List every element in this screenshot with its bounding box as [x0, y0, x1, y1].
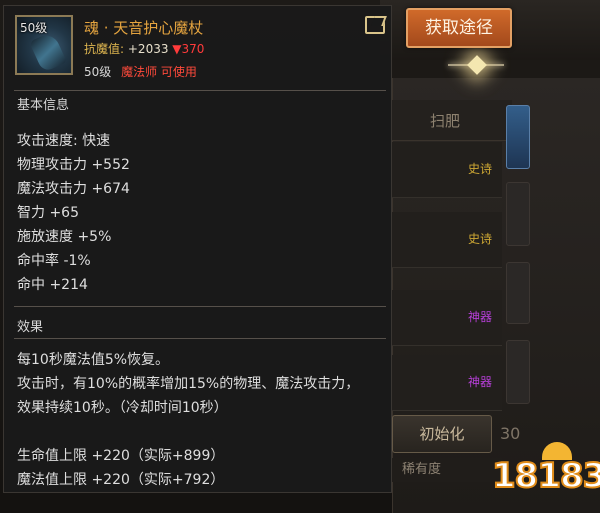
divider — [14, 306, 386, 307]
divider — [14, 338, 386, 339]
acquire-method-button[interactable]: 获取途径 — [406, 8, 512, 48]
item-tooltip: 50级 魂 · 天音护心魔杖 抗魔值: +2033 ▼370 50级 魔法师 可… — [3, 5, 392, 493]
item-icon-level: 50级 — [20, 21, 48, 35]
list-item[interactable]: 史诗 — [392, 212, 502, 268]
site-watermark-logo: 18183 — [491, 442, 600, 510]
equipment-slot[interactable] — [506, 340, 530, 404]
effect-line: 每10秒魔法值5%恢复。 — [17, 352, 170, 368]
rarity-tag: 神器 — [467, 375, 492, 389]
side-number: 30 — [500, 424, 521, 443]
divider — [14, 90, 386, 91]
item-icon: 50级 — [15, 15, 73, 75]
resist-label: 抗魔值: — [84, 42, 125, 56]
initialize-button[interactable]: 初始化 — [392, 415, 492, 453]
rarity-tag: 史诗 — [467, 232, 492, 246]
rarity-tag: 神器 — [467, 310, 492, 324]
class-requirement: 魔法师 可使用 — [121, 65, 197, 79]
stat-hit-rate: 命中率 -1% — [17, 253, 91, 269]
list-header-label: 扫肥 — [430, 112, 461, 130]
stat-magic-attack: 魔法攻击力 +674 — [17, 181, 130, 197]
basic-info-title: 基本信息 — [17, 98, 70, 113]
equipment-slot[interactable] — [506, 182, 530, 246]
requirement-line: 50级 魔法师 可使用 — [84, 63, 197, 80]
rarity-tag: 史诗 — [467, 162, 492, 176]
wand-icon — [29, 31, 67, 73]
stat-physical-attack: 物理攻击力 +552 — [17, 157, 130, 173]
equipment-slot[interactable] — [506, 105, 530, 169]
list-item[interactable]: 神器 — [392, 355, 502, 411]
resist-down-value: ▼370 — [172, 42, 205, 56]
required-level: 50级 — [84, 65, 112, 79]
stat-intelligence: 智力 +65 — [17, 205, 79, 221]
item-name: 魂 · 天音护心魔杖 — [84, 19, 204, 37]
watermark-text: 18183 — [491, 455, 600, 497]
share-icon[interactable] — [365, 16, 385, 34]
resist-value: +2033 — [127, 42, 169, 56]
magic-resist-line: 抗魔值: +2033 ▼370 — [84, 40, 204, 57]
effect-line: 攻击时，有10%的概率增加15%的物理、魔法攻击力， — [17, 376, 360, 392]
list-item[interactable]: 史诗 — [392, 142, 502, 198]
stat-accuracy: 命中 +214 — [17, 277, 88, 293]
effect-line: 效果持续10秒。（冷却时间10秒） — [17, 400, 228, 416]
rarity-sort-label[interactable]: 稀有度 — [392, 458, 502, 482]
list-item[interactable]: 神器 — [392, 290, 502, 346]
stat-attack-speed: 攻击速度: 快速 — [17, 133, 111, 149]
effect-title: 效果 — [17, 320, 44, 335]
effect-line: 魔法值上限 +220（实际+792） — [17, 472, 225, 488]
effect-line: 生命值上限 +220（实际+899） — [17, 448, 225, 464]
equipment-slot[interactable] — [506, 262, 530, 324]
stat-cast-speed: 施放速度 +5% — [17, 229, 112, 245]
